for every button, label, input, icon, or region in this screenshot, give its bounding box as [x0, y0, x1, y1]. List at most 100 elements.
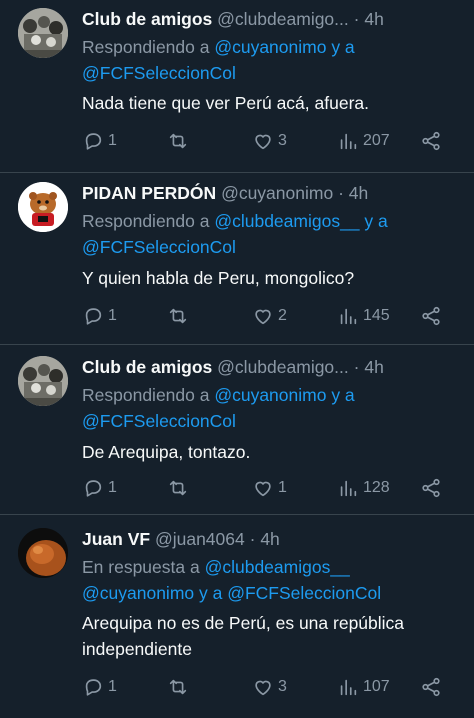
- timestamp[interactable]: · 4h: [354, 9, 384, 29]
- divider: [0, 172, 474, 173]
- like-count: 3: [278, 132, 287, 149]
- share-button[interactable]: [420, 676, 442, 698]
- reply-prefix: Respondiendo a: [82, 385, 215, 405]
- views-icon: [340, 308, 357, 325]
- avatar-image: [18, 356, 68, 406]
- views-count: 128: [363, 479, 390, 496]
- tweet[interactable]: PIDAN PERDÓN @cuyanonimo · 4h Respondien…: [0, 182, 474, 342]
- reply-prefix: En respuesta a: [82, 557, 205, 577]
- tweet-text: De Arequipa, tontazo.: [82, 442, 251, 462]
- reply-count: 1: [108, 678, 117, 695]
- heart-icon: [255, 134, 271, 150]
- retweet-button[interactable]: [167, 676, 193, 698]
- tweet[interactable]: Club de amigos @clubdeamigo... · 4h Resp…: [0, 0, 474, 170]
- retweet-icon: [169, 480, 187, 496]
- retweet-button[interactable]: [167, 305, 193, 327]
- avatar[interactable]: [18, 8, 68, 58]
- user-handle[interactable]: @cuyanonimo: [221, 183, 333, 203]
- share-icon: [422, 677, 440, 697]
- share-button[interactable]: [420, 477, 442, 499]
- reply-count: 1: [108, 307, 117, 324]
- reply-mention-link[interactable]: @FCFSeleccionCol: [82, 411, 236, 431]
- tweet-text: Y quien habla de Peru, mongolico?: [82, 268, 355, 288]
- reply-mention-link[interactable]: @cuyanonimo y a: [214, 37, 354, 57]
- retweet-icon: [169, 679, 187, 695]
- reply-context: Respondiendo a @cuyanonimo y a @FCFSelec…: [82, 34, 462, 86]
- tweet[interactable]: Juan VF @juan4064 · 4h En respuesta a @c…: [0, 526, 474, 716]
- like-button[interactable]: 3: [252, 130, 287, 152]
- user-handle[interactable]: @juan4064: [155, 529, 245, 549]
- views-button[interactable]: 128: [337, 477, 390, 499]
- share-button[interactable]: [420, 130, 442, 152]
- reply-mention-link[interactable]: @FCFSeleccionCol: [82, 63, 236, 83]
- reply-count: 1: [108, 132, 117, 149]
- display-name[interactable]: Club de amigos: [82, 357, 212, 377]
- views-button[interactable]: 207: [337, 130, 390, 152]
- reply-mention-link[interactable]: @clubdeamigos__: [205, 557, 350, 577]
- views-count: 145: [363, 307, 390, 324]
- reply-context: Respondiendo a @cuyanonimo y a @FCFSelec…: [82, 382, 462, 434]
- display-name[interactable]: PIDAN PERDÓN: [82, 183, 216, 203]
- user-handle[interactable]: @clubdeamigo...: [217, 357, 349, 377]
- share-icon: [422, 478, 440, 498]
- retweet-button[interactable]: [167, 130, 193, 152]
- display-name[interactable]: Club de amigos: [82, 9, 212, 29]
- views-button[interactable]: 145: [337, 305, 390, 327]
- reply-prefix: Respondiendo a: [82, 211, 215, 231]
- heart-icon: [255, 680, 271, 696]
- reply-mention-link[interactable]: @clubdeamigos__ y a: [214, 211, 387, 231]
- avatar-image: [18, 8, 68, 58]
- action-bar: 1 2 145: [82, 305, 452, 329]
- timestamp[interactable]: · 4h: [354, 357, 384, 377]
- views-count: 207: [363, 132, 390, 149]
- views-icon: [340, 133, 357, 150]
- like-button[interactable]: 1: [252, 477, 287, 499]
- retweet-button[interactable]: [167, 477, 193, 499]
- reply-icon: [85, 480, 102, 497]
- reply-mention-link[interactable]: @cuyanonimo y a @FCFSeleccionCol: [82, 583, 381, 603]
- avatar[interactable]: [18, 356, 68, 406]
- reply-icon: [85, 679, 102, 696]
- avatar-image: [18, 528, 68, 578]
- action-bar: 1 3 207: [82, 130, 452, 154]
- reply-button[interactable]: 1: [82, 477, 117, 499]
- like-count: 1: [278, 479, 287, 496]
- reply-context: En respuesta a @clubdeamigos__ @cuyanoni…: [82, 554, 462, 606]
- reply-icon: [85, 133, 102, 150]
- views-icon: [340, 480, 357, 497]
- share-button[interactable]: [420, 305, 442, 327]
- reply-mention-link[interactable]: @FCFSeleccionCol: [82, 237, 236, 257]
- timestamp[interactable]: · 4h: [250, 529, 280, 549]
- divider: [0, 344, 474, 345]
- like-button[interactable]: 3: [252, 676, 287, 698]
- action-bar: 1 3 107: [82, 676, 452, 700]
- tweet[interactable]: Club de amigos @clubdeamigo... · 4h Resp…: [0, 356, 474, 512]
- reply-mention-link[interactable]: @cuyanonimo y a: [214, 385, 354, 405]
- reply-count: 1: [108, 479, 117, 496]
- heart-icon: [255, 309, 271, 325]
- retweet-icon: [169, 308, 187, 324]
- avatar[interactable]: [18, 182, 68, 232]
- avatar-image: [18, 182, 68, 232]
- divider: [0, 514, 474, 515]
- share-icon: [422, 306, 440, 326]
- views-button[interactable]: 107: [337, 676, 390, 698]
- timestamp[interactable]: · 4h: [338, 183, 368, 203]
- user-handle[interactable]: @clubdeamigo...: [217, 9, 349, 29]
- like-button[interactable]: 2: [252, 305, 287, 327]
- tweet-text-line: independiente: [82, 639, 192, 659]
- display-name[interactable]: Juan VF: [82, 529, 150, 549]
- reply-button[interactable]: 1: [82, 676, 117, 698]
- share-icon: [422, 131, 440, 151]
- avatar[interactable]: [18, 528, 68, 578]
- retweet-icon: [169, 133, 187, 149]
- heart-icon: [255, 481, 271, 497]
- reply-button[interactable]: 1: [82, 130, 117, 152]
- reply-prefix: Respondiendo a: [82, 37, 215, 57]
- tweet-text: Nada tiene que ver Perú acá, afuera.: [82, 93, 369, 113]
- views-count: 107: [363, 678, 390, 695]
- reply-icon: [85, 308, 102, 325]
- reply-context: Respondiendo a @clubdeamigos__ y a @FCFS…: [82, 208, 462, 260]
- reply-button[interactable]: 1: [82, 305, 117, 327]
- like-count: 3: [278, 678, 287, 695]
